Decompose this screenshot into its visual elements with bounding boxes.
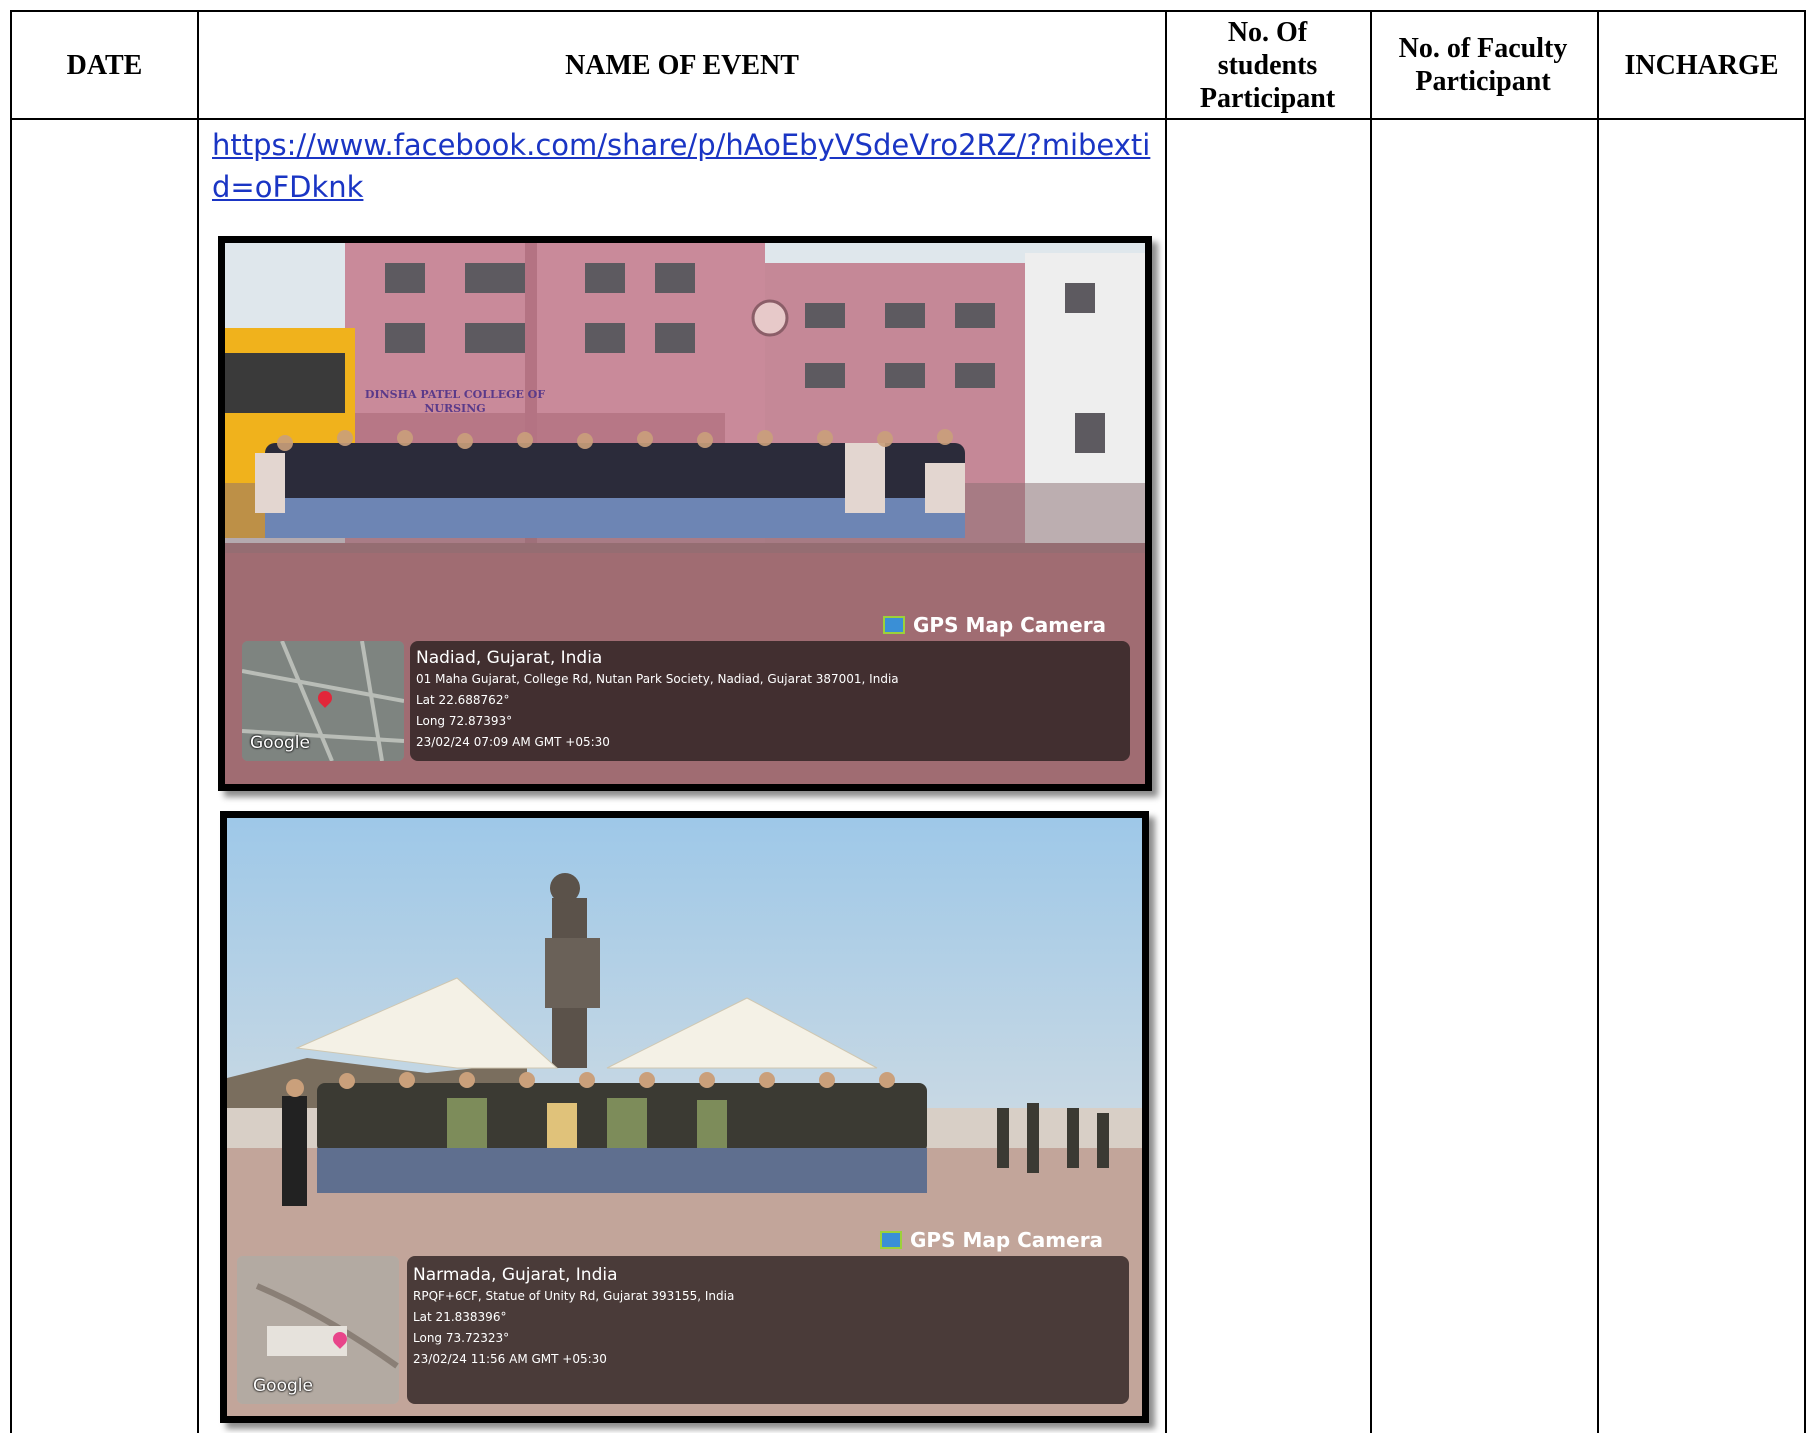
table-border-right	[1804, 10, 1806, 1433]
gps-datetime: 23/02/24 11:56 AM GMT +05:30	[413, 1352, 607, 1366]
header-event-name: NAME OF EVENT	[565, 49, 799, 81]
gps-info-text: Narmada, Gujarat, India RPQF+6CF, Statue…	[413, 1264, 734, 1370]
facebook-event-link[interactable]: https://www.facebook.com/share/p/hAoEbyV…	[212, 124, 1152, 208]
gps-info-text: Nadiad, Gujarat, India 01 Maha Gujarat, …	[416, 647, 899, 753]
gps-info-panel: Nadiad, Gujarat, India 01 Maha Gujarat, …	[410, 641, 1130, 761]
college-sign: DINSHA PATEL COLLEGE OF NURSING	[364, 388, 546, 415]
gps-latitude: Lat 21.838396°	[413, 1310, 507, 1324]
gps-address: 01 Maha Gujarat, College Rd, Nutan Park …	[416, 672, 899, 686]
gps-place: Nadiad, Gujarat, India	[416, 648, 603, 668]
gps-latitude: Lat 22.688762°	[416, 693, 510, 707]
col-divider-students	[1370, 10, 1372, 1433]
header-divider	[10, 118, 1806, 120]
google-label: Google	[250, 733, 310, 753]
gps-badge: GPS Map Camera	[880, 1228, 1103, 1252]
header-date: DATE	[66, 49, 143, 81]
gps-place: Narmada, Gujarat, India	[413, 1265, 618, 1285]
gps-badge-label: GPS Map Camera	[913, 613, 1107, 637]
col-divider-event	[1165, 10, 1167, 1433]
gps-longitude: Long 73.72323°	[413, 1331, 510, 1345]
gps-map-camera-icon	[880, 1231, 902, 1249]
gps-minimap: Google	[237, 1256, 399, 1404]
gps-badge: GPS Map Camera	[883, 613, 1106, 637]
gps-address: RPQF+6CF, Statue of Unity Rd, Gujarat 39…	[413, 1289, 735, 1303]
header-faculty: No. of Faculty Participant	[1398, 33, 1568, 97]
event-photo-college: DINSHA PATEL COLLEGE OF NURSING GPS Map …	[218, 236, 1152, 791]
gps-badge-label: GPS Map Camera	[910, 1228, 1104, 1252]
gps-map-camera-icon	[883, 616, 905, 634]
header-incharge: INCHARGE	[1624, 49, 1779, 81]
table-border-left	[10, 10, 12, 1433]
col-divider-faculty	[1597, 10, 1599, 1433]
gps-longitude: Long 72.87393°	[416, 714, 513, 728]
header-students: No. Of students Participant	[1199, 16, 1336, 114]
gps-minimap: Google	[242, 641, 404, 761]
gps-datetime: 23/02/24 07:09 AM GMT +05:30	[416, 735, 610, 749]
event-photo-statue: GPS Map Camera Google Narmada, Gujarat, …	[220, 811, 1149, 1423]
gps-info-panel: Narmada, Gujarat, India RPQF+6CF, Statue…	[407, 1256, 1129, 1404]
col-divider-date	[197, 10, 199, 1433]
google-label: Google	[253, 1376, 313, 1396]
